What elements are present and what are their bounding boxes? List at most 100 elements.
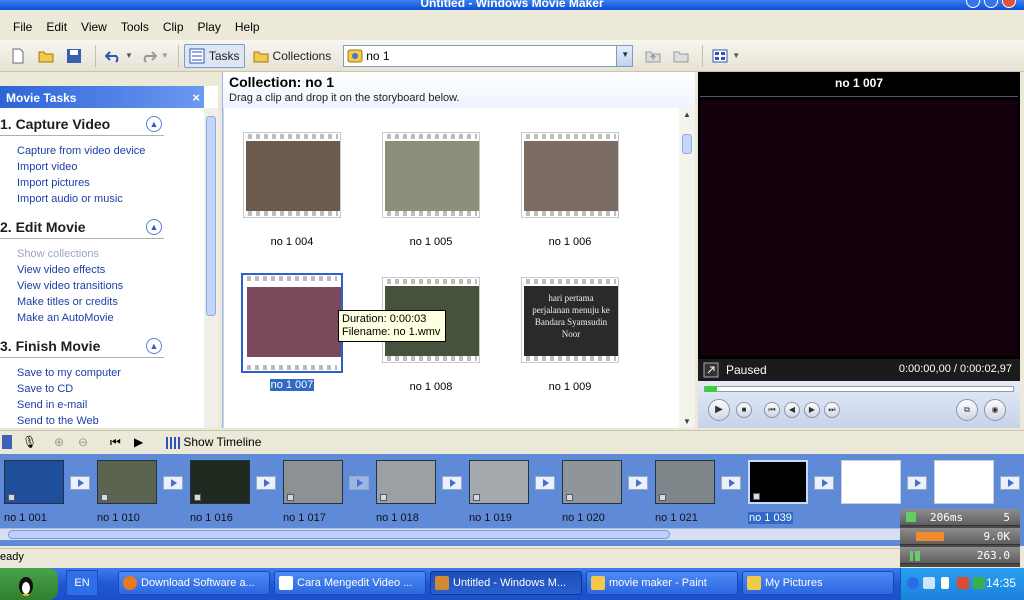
detach-monitor-icon[interactable] [703,362,719,378]
storyboard-clip[interactable] [469,460,529,504]
scroll-down-icon[interactable]: ▼ [683,417,691,426]
storyboard-clip[interactable] [562,460,622,504]
task-save-cd[interactable]: Save to CD [17,383,73,395]
collapse-finish-icon[interactable]: ▲ [146,338,162,354]
transition-slot[interactable] [256,476,276,490]
transition-slot[interactable] [628,476,648,490]
collections-button[interactable]: Collections [249,44,336,68]
collection-scrollbar[interactable]: ▲ ▼ [679,108,695,428]
play-icon[interactable]: ▶ [708,399,730,421]
rewind-storyboard-icon[interactable]: ⏮ [110,435,121,450]
task-send-web[interactable]: Send to the Web [17,415,99,427]
volume-icon[interactable] [957,577,969,589]
new-collection-folder-button[interactable] [669,44,697,68]
security-icon[interactable] [973,577,985,589]
save-project-button[interactable] [62,44,90,68]
storyboard-clip[interactable] [97,460,157,504]
narration-icon[interactable]: 🎙 [22,435,37,449]
storyboard-empty-slot[interactable] [841,460,901,504]
redo-dropdown-icon[interactable]: ▼ [161,51,169,60]
storyboard-clip[interactable] [283,460,343,504]
transition-slot[interactable] [442,476,462,490]
views-button[interactable]: ▼ [708,44,744,68]
next-frame-icon[interactable]: ⏭ [824,402,840,418]
task-send-email[interactable]: Send in e-mail [17,399,87,411]
taskbar-item-active[interactable]: Untitled - Windows M... [430,571,582,595]
close-pane-icon[interactable]: × [192,86,200,110]
open-project-button[interactable] [34,44,62,68]
clip-tile[interactable]: no 1 006 [521,132,619,248]
menu-play[interactable]: Play [191,20,228,34]
show-timeline-button[interactable]: Show Timeline [166,435,261,449]
display-icon[interactable] [923,577,935,589]
transition-slot[interactable] [907,476,927,490]
clip-tile[interactable]: no 1 005 [382,132,480,248]
task-capture-from-device[interactable]: Capture from video device [17,145,145,157]
previous-frame-icon[interactable]: ⏮ [764,402,780,418]
transition-slot[interactable] [814,476,834,490]
task-make-automovie[interactable]: Make an AutoMovie [17,312,114,324]
clip-tile[interactable]: no 1 004 [243,132,341,248]
storyboard-clip[interactable] [376,460,436,504]
menu-help[interactable]: Help [228,20,267,34]
storyboard-empty-slot[interactable] [934,460,994,504]
undo-dropdown-icon[interactable]: ▼ [125,51,133,60]
language-indicator[interactable]: EN [66,570,98,596]
storyboard-clip-selected[interactable] [748,460,808,504]
storyboard-clip[interactable] [190,460,250,504]
transition-slot[interactable] [70,476,90,490]
seek-knob[interactable] [705,386,717,392]
task-view-effects[interactable]: View video effects [17,264,105,276]
transition-slot[interactable] [535,476,555,490]
new-project-button[interactable] [6,44,34,68]
task-import-pictures[interactable]: Import pictures [17,177,90,189]
transition-slot[interactable] [1000,476,1020,490]
start-button[interactable] [0,568,58,600]
clip-tile-selected[interactable]: no 1 007 [241,273,343,391]
task-pane-scroll-thumb[interactable] [206,116,216,316]
storyboard-clip[interactable] [4,460,64,504]
task-import-audio[interactable]: Import audio or music [17,193,123,205]
taskbar-item[interactable]: movie maker - Paint [586,571,738,595]
step-back-icon[interactable]: ◀ [784,402,800,418]
battery-icon[interactable] [941,577,949,589]
scroll-up-icon[interactable]: ▲ [683,110,691,119]
section-edit-movie[interactable]: 2. Edit Movie [0,219,86,235]
task-view-transitions[interactable]: View video transitions [17,280,123,292]
storyboard-view-icon[interactable] [2,435,12,449]
transition-slot[interactable] [163,476,183,490]
menu-view[interactable]: View [74,20,114,34]
task-make-titles[interactable]: Make titles or credits [17,296,118,308]
transition-applied[interactable] [349,476,369,490]
collapse-capture-icon[interactable]: ▲ [146,116,162,132]
taskbar-item[interactable]: My Pictures [742,571,894,595]
seek-bar[interactable] [704,386,1014,392]
zoom-in-icon[interactable]: ⊕ [54,435,64,449]
taskbar-item[interactable]: Download Software a... [118,571,270,595]
section-capture-video[interactable]: 1. Capture Video [0,116,110,132]
storyboard-scrollbar[interactable] [0,528,900,540]
collapse-edit-icon[interactable]: ▲ [146,219,162,235]
redo-button[interactable]: ▼ [137,44,173,68]
collection-scroll-thumb[interactable] [682,134,692,154]
stop-icon[interactable]: ■ [736,402,752,418]
clip-tile[interactable]: hari pertama perjalanan menuju ke Bandar… [521,277,619,393]
task-pane-scrollbar[interactable] [204,108,218,428]
task-show-collections[interactable]: Show collections [17,248,99,260]
task-save-computer[interactable]: Save to my computer [17,367,121,379]
menu-tools[interactable]: Tools [114,20,156,34]
network-icon[interactable] [907,577,919,589]
up-one-level-button[interactable] [641,44,669,68]
storyboard-clip[interactable] [655,460,715,504]
taskbar-item[interactable]: Cara Mengedit Video ... [274,571,426,595]
collection-dropdown[interactable]: no 1 ▼ [343,44,634,67]
menu-clip[interactable]: Clip [156,20,191,34]
task-import-video[interactable]: Import video [17,161,78,173]
tasks-button[interactable]: Tasks [183,43,245,68]
storyboard-scroll-thumb[interactable] [8,530,670,539]
play-storyboard-icon[interactable]: ▶ [134,435,143,449]
step-forward-icon[interactable]: ▶ [804,402,820,418]
zoom-out-icon[interactable]: ⊖ [78,435,88,449]
undo-button[interactable]: ▼ [101,44,137,68]
menu-edit[interactable]: Edit [39,20,74,34]
